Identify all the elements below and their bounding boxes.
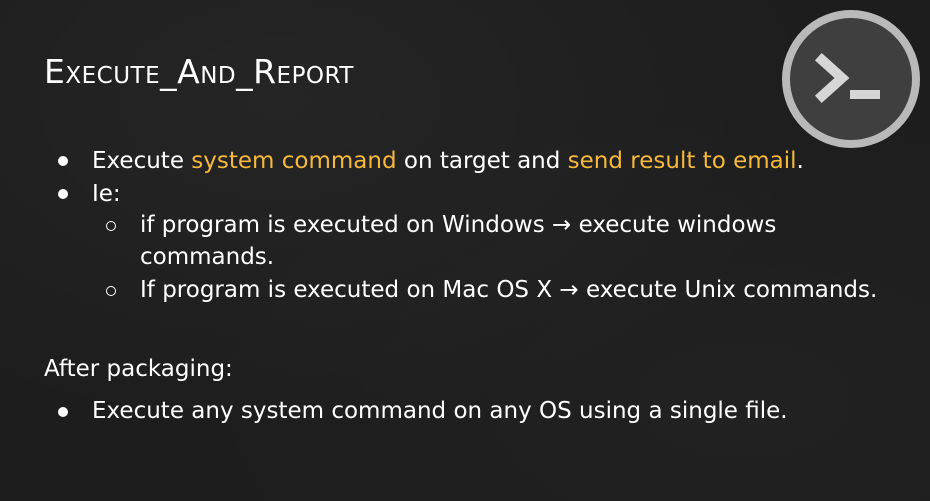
highlight-system-command: system command [191, 148, 397, 174]
bullet-item: Execute system command on target and sen… [92, 146, 804, 176]
slide-title: Execute_And_Report [44, 52, 354, 91]
slide: Execute_And_Report Execute system comman… [0, 0, 930, 501]
bullet-text: on target and [396, 148, 568, 174]
highlight-send-result: send result to email [567, 148, 797, 174]
sub-bullet-item-cont: commands. [140, 244, 275, 270]
bullet-item: Ie: [92, 181, 121, 207]
bullet-text: Execute [92, 148, 192, 174]
sub-bullet-item: If program is executed on Mac OS X → exe… [140, 277, 878, 303]
bullet-dot [58, 156, 68, 166]
terminal-icon [780, 8, 922, 150]
sub-bullet-ring [106, 221, 116, 231]
sub-bullet-ring [106, 286, 116, 296]
sub-bullet-item: if program is executed on Windows → exec… [140, 212, 777, 238]
bullet-text: . [796, 148, 804, 174]
bullet-dot [58, 407, 68, 417]
section-heading: After packaging: [44, 356, 233, 382]
bullet-item: Execute any system command on any OS usi… [92, 398, 788, 424]
bullet-dot [58, 189, 68, 199]
